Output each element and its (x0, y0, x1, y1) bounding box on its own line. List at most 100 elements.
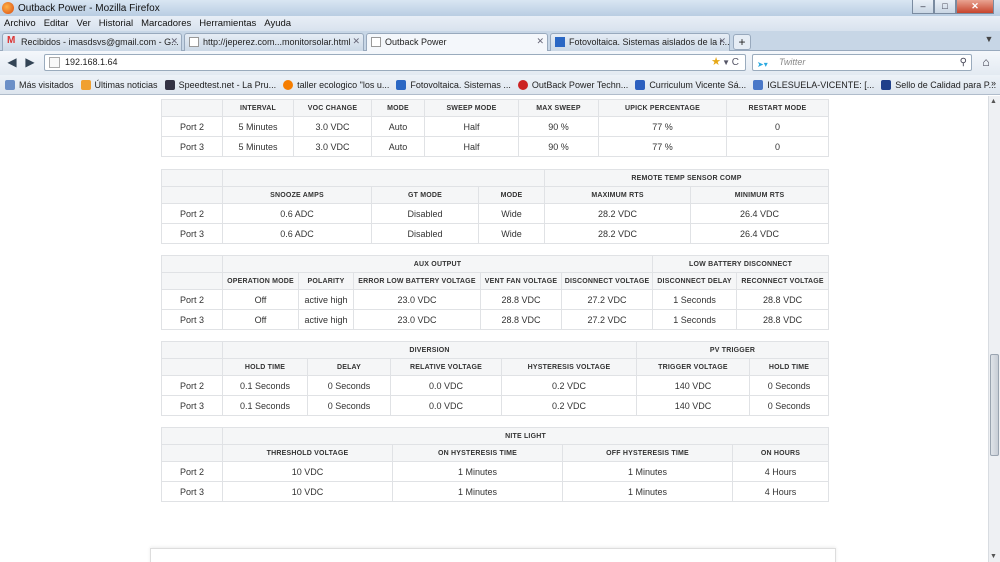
column-header: VOC CHANGE (293, 99, 372, 117)
close-window-button[interactable]: ✕ (956, 0, 994, 14)
column-header: RELATIVE VOLTAGE (390, 358, 502, 376)
bookmark-item[interactable]: OutBack Power Techn... (517, 79, 628, 90)
scroll-up-icon[interactable]: ▲ (990, 98, 997, 105)
menu-marcadores[interactable]: Marcadores (137, 18, 195, 29)
menu-archivo[interactable]: Archivo (0, 18, 40, 29)
menu-historial[interactable]: Historial (95, 18, 137, 29)
menu-editar[interactable]: Editar (40, 18, 73, 29)
tab-jeperez[interactable]: http://jeperez.com...monitorsolar.html ✕ (184, 33, 364, 51)
tab-outback-power[interactable]: Outback Power ✕ (366, 33, 548, 51)
group-header: LOW BATTERY DISCONNECT (652, 255, 830, 273)
column-header: UPICK PERCENTAGE (598, 99, 727, 117)
vertical-scrollbar[interactable]: ▲ ▼ (988, 96, 1000, 562)
back-arrow-icon[interactable]: ◀ (4, 55, 20, 71)
column-header: OFF HYSTERESIS TIME (562, 444, 733, 462)
column-header: HYSTERESIS VOLTAGE (501, 358, 637, 376)
firefox-icon (2, 2, 14, 14)
close-tab-icon[interactable]: ✕ (352, 36, 360, 47)
window-title: Outback Power - Mozilla Firefox (18, 2, 160, 14)
bookmark-star-icon[interactable]: ★ (711, 55, 721, 70)
search-input[interactable]: ➤▾ Twitter ⚲ (752, 54, 972, 71)
table-cell: Wide (477, 203, 546, 224)
scrollbar-thumb[interactable] (990, 354, 999, 456)
menu-herramientas[interactable]: Herramientas (195, 18, 260, 29)
column-header: HOLD TIME (749, 358, 829, 376)
close-tab-icon[interactable]: ✕ (536, 36, 544, 47)
table-cell: 0.0 VDC (390, 395, 502, 416)
table-cell: 23.0 VDC (353, 289, 481, 310)
table-cell: 1 Minutes (562, 481, 733, 502)
bookmark-item[interactable]: Sello de Calidad para P... (881, 79, 996, 90)
maximize-button[interactable]: □ (934, 0, 956, 14)
bookmark-item[interactable]: Fotovoltaica. Sistemas ... (396, 79, 511, 90)
column-header: THRESHOLD VOLTAGE (222, 444, 393, 462)
corner-cell (161, 255, 223, 273)
new-tab-button[interactable]: + (733, 34, 751, 50)
blogger-icon (283, 79, 294, 90)
column-header: DISCONNECT DELAY (652, 272, 738, 290)
diversion-pv-trigger-table: DIVERSION PV TRIGGER HOLD TIME DELAY REL… (161, 341, 829, 416)
table-row: Port 2 5 Minutes 3.0 VDC Auto Half 90 % … (161, 116, 829, 137)
url-dropdown-icon[interactable]: ▼ (722, 55, 730, 70)
bookmark-label: Últimas noticias (94, 79, 158, 90)
menu-ayuda[interactable]: Ayuda (260, 18, 295, 29)
table-cell: 0.1 Seconds (222, 395, 308, 416)
table-row: Port 3 0.1 Seconds 0 Seconds 0.0 VDC 0.2… (161, 395, 829, 416)
tab-fotovoltaica[interactable]: Fotovoltaica. Sistemas aislados de la r.… (550, 33, 730, 51)
close-tab-icon[interactable]: ✕ (718, 36, 726, 47)
window-titlebar: Outback Power - Mozilla Firefox – □ ✕ (0, 0, 1000, 16)
table-cell: Disabled (371, 203, 479, 224)
list-tabs-icon[interactable]: ▼ (982, 34, 996, 49)
bookmark-item[interactable]: Speedtest.net - La Pru... (164, 79, 277, 90)
bookmark-item[interactable]: IGLESUELA-VICENTE: [... (753, 79, 874, 90)
table-cell: 3.0 VDC (293, 116, 372, 137)
table-cell: 5 Minutes (222, 116, 294, 137)
table-cell: 0 Seconds (307, 395, 391, 416)
bookmark-item[interactable]: Curriculum Vicente Sá... (635, 79, 747, 90)
column-header: DELAY (307, 358, 391, 376)
search-icon[interactable]: ⚲ (960, 55, 967, 70)
table-cell: 28.8 VDC (480, 289, 562, 310)
column-header: RESTART MODE (726, 99, 829, 117)
page-icon (189, 37, 199, 47)
table-cell: Disabled (371, 223, 479, 244)
table-cell: Half (424, 116, 519, 137)
table-cell: Wide (477, 223, 546, 244)
tab-label: Fotovoltaica. Sistemas aislados de la r.… (569, 37, 730, 47)
table-cell: 27.2 VDC (560, 309, 654, 330)
table-cell: 28.2 VDC (544, 223, 692, 244)
bookmark-item[interactable]: Últimas noticias (80, 79, 158, 90)
port-label: Port 3 (161, 136, 223, 157)
page-icon (371, 37, 381, 47)
minimize-button[interactable]: – (912, 0, 934, 14)
next-panel-edge (150, 548, 836, 562)
bookmark-item[interactable]: Más visitados (5, 79, 74, 90)
home-icon[interactable]: ⌂ (977, 55, 995, 71)
column-header: HOLD TIME (222, 358, 308, 376)
rss-icon (753, 79, 764, 90)
blogger-icon (396, 79, 407, 90)
tab-gmail[interactable]: M Recibidos - imasdsvs@gmail.com - G... … (2, 33, 182, 51)
port-label: Port 3 (161, 395, 223, 416)
table-cell: Auto (371, 136, 425, 157)
reload-icon[interactable]: C (732, 55, 739, 70)
bookmark-item[interactable]: taller ecologico "los u... (283, 79, 389, 90)
port-label: Port 3 (161, 223, 223, 244)
forward-arrow-icon[interactable]: ▶ (22, 55, 38, 71)
column-header: VENT FAN VOLTAGE (480, 272, 562, 290)
more-bookmarks-icon[interactable]: » (991, 78, 996, 88)
close-tab-icon[interactable]: ✕ (170, 36, 178, 47)
corner-cell (161, 341, 223, 359)
document-icon (635, 79, 646, 90)
bookmark-label: Speedtest.net - La Pru... (178, 79, 277, 90)
menu-ver[interactable]: Ver (73, 18, 95, 29)
scroll-down-icon[interactable]: ▼ (990, 553, 997, 560)
port-label: Port 2 (161, 289, 223, 310)
outback-icon (517, 79, 528, 90)
site-identity-icon[interactable] (49, 57, 60, 68)
tab-label: Outback Power (385, 37, 447, 47)
url-bar[interactable]: 192.168.1.64 ★ ▼ C (44, 54, 746, 71)
bookmark-label: Curriculum Vicente Sá... (649, 79, 747, 90)
twitter-icon[interactable]: ➤▾ (757, 57, 773, 69)
column-header: OPERATION MODE (222, 272, 299, 290)
